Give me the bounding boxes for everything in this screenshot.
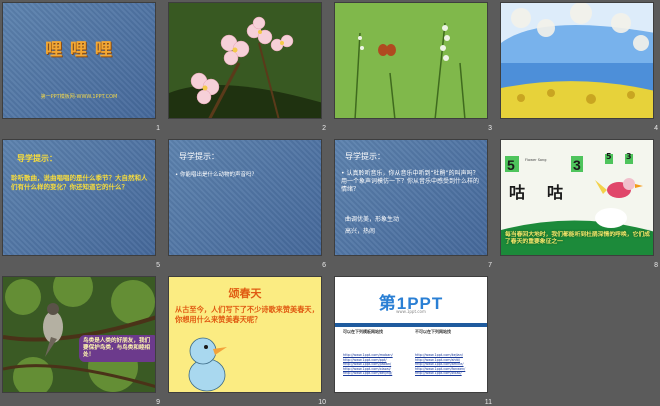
slide-1-thumbnail[interactable]: 哩 哩 哩 第一PPT模板网-WWW.1PPT.COM (2, 2, 156, 119)
slide-10-thumbnail[interactable]: 颂春天 从古至今，人们写下了不少诗歌来赞美春天，你想用什么来赞美春天呢？ (168, 276, 322, 393)
slide-7-bullet: • 认真聆听音乐，你从音乐中听到“杜鹃”的叫声吗？用一个象声词模仿一下？你从音乐… (341, 170, 480, 194)
slide-8-digit-small-right: 3 (626, 152, 632, 161)
slide-11-logo-sub: www.1ppt.com (396, 309, 426, 314)
slide-8-caption: 每当春回大地时，我们都能听到杜鹃深情的呼唤，它们成了春天的重要象征之一 (505, 232, 650, 245)
slide-11-col-left-title: 可以在下列模板网站找 (343, 329, 383, 334)
slide-8-digit-right: 3 (573, 157, 581, 173)
slide-8-digit-small-left: 5 (606, 152, 612, 161)
slide-5-thumbnail[interactable]: 导学提示： 聆听歌曲，说曲唱唱的是什么季节？大自然和人们有什么样的变化？你还知道… (2, 139, 156, 256)
slide-9-thumbnail[interactable]: 鸟类是人类的好朋友，我们要保护鸟类，与鸟类和睦相处！ (2, 276, 156, 393)
slide-6-heading: 导学提示： (179, 152, 219, 161)
slide-10-body: 从古至今，人们写下了不少诗歌来赞美春天，你想用什么来赞美春天呢？ (175, 305, 319, 325)
divider-bar (335, 323, 487, 327)
link-item[interactable]: http://www.1ppt.com/kejian/ (415, 353, 465, 358)
slide-2-thumbnail[interactable] (168, 2, 322, 119)
slide-6-bullet: • 你能唱出是什么动物的声音吗？ (175, 172, 258, 178)
slide-7-thumbnail[interactable]: 导学提示： • 认真聆听音乐，你从音乐中听到“杜鹃”的叫声吗？用一个象声词模仿一… (334, 139, 488, 256)
slide-5-body: 聆听歌曲，说曲唱唱的是什么季节？大自然和人们有什么样的变化？你还知道它的什么？ (11, 174, 148, 191)
slide-number: 3 (488, 125, 492, 132)
slide-1-footer: 第一PPT模板网-WWW.1PPT.COM (40, 94, 118, 100)
flower-photo (169, 3, 321, 118)
slide-8-label-top: Flower Song (525, 158, 547, 162)
slide-number: 1 (156, 125, 160, 132)
slide-5-heading: 导学提示： (17, 154, 57, 163)
slide-11-col-right-title: 不可以在下列网站找 (415, 329, 451, 334)
slide-7-line1: 曲调优美，形象生动 (345, 216, 400, 223)
slide-number: 2 (322, 125, 326, 132)
slide-6-thumbnail[interactable]: 导学提示： • 你能唱出是什么动物的声音吗？ (168, 139, 322, 256)
link-item[interactable]: http://www.1ppt.com/ziliao/ (415, 371, 465, 376)
slide-number: 6 (322, 262, 326, 269)
link-item[interactable]: http://www.1ppt.com/moban/ (343, 353, 393, 358)
link-item[interactable]: http://www.1ppt.com/beijing/ (343, 371, 393, 376)
slide-8-char-right: 咕 (547, 183, 564, 202)
slide-7-line2: 高兴，热闹 (345, 228, 376, 235)
slide-1-title: 哩 哩 哩 (45, 40, 113, 60)
spring-tree-photo (501, 3, 653, 118)
slide-3-thumbnail[interactable] (334, 2, 488, 119)
slide-8-thumbnail[interactable]: 5 Flower Song 3 5 3 咕 咕 每当春回大地时，我们都能听到杜鹃… (500, 139, 654, 256)
butterfly-photo (335, 3, 487, 118)
slide-number: 5 (156, 262, 160, 269)
slide-number: 4 (654, 125, 658, 132)
slide-8-digit-left: 5 (507, 157, 515, 173)
slide-4-thumbnail[interactable] (500, 2, 654, 119)
slide-11-left-links: http://www.1ppt.com/moban/ http://www.1p… (343, 353, 393, 376)
slide-9-bubble: 鸟类是人类的好朋友，我们要保护鸟类，与鸟类和睦相处！ (79, 335, 155, 362)
slide-11-thumbnail[interactable]: 第1PPT www.1ppt.com 可以在下列模板网站找 不可以在下列网站找 … (334, 276, 488, 393)
slide-number: 7 (488, 262, 492, 269)
slide-10-title: 颂春天 (228, 287, 262, 300)
slide-7-heading: 导学提示： (345, 152, 385, 161)
slide-number: 8 (654, 262, 658, 269)
slide-11-right-links: http://www.1ppt.com/kejian/ http://www.1… (415, 353, 465, 376)
slide-8-char-left: 咕 (509, 183, 526, 202)
